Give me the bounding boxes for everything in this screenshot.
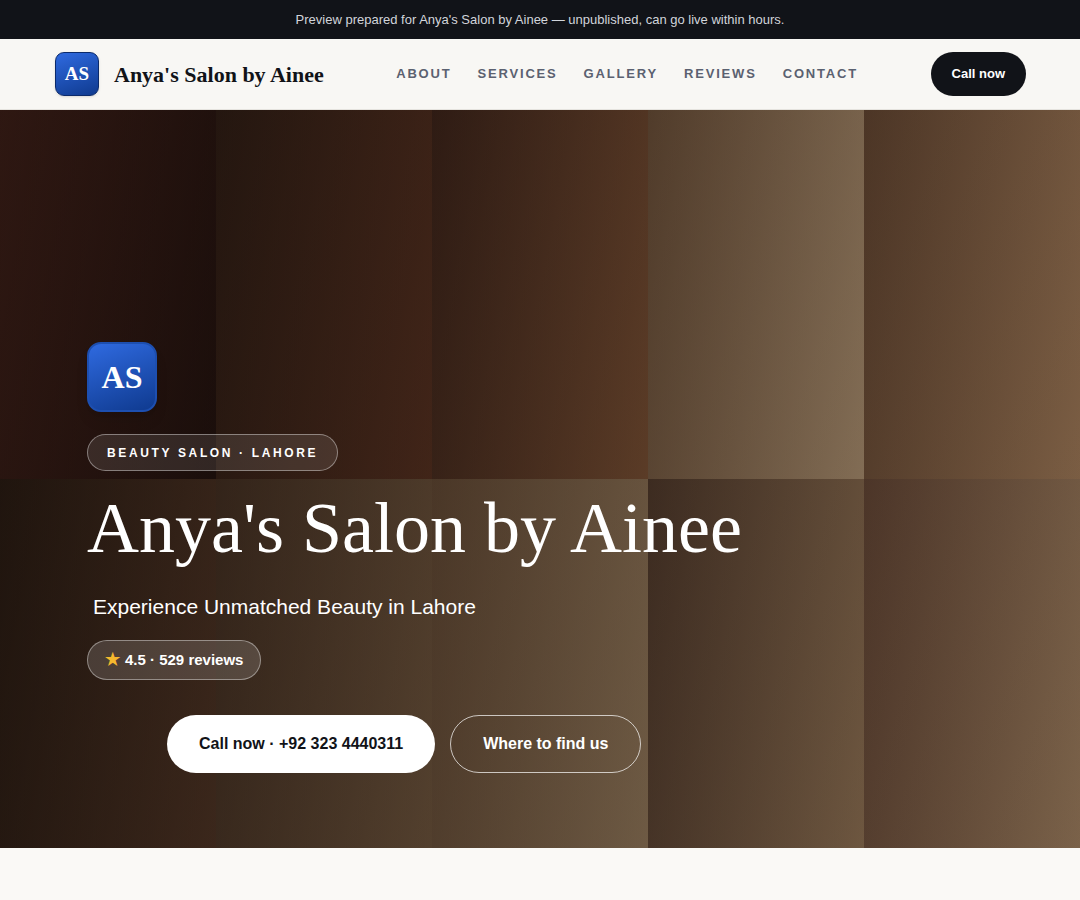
hero-title: Anya's Salon by Ainee — [87, 489, 742, 568]
rating-pill: ★4.5 · 529 reviews — [87, 640, 261, 680]
hero-subtitle: Experience Unmatched Beauty in Lahore — [93, 591, 476, 623]
star-icon: ★ — [105, 647, 120, 673]
banner-text: Preview prepared for Anya's Salon by Ain… — [296, 10, 785, 30]
nav-link[interactable]: REVIEWS — [684, 64, 757, 84]
nav-link[interactable]: SERVICES — [478, 64, 558, 84]
nav-link[interactable]: GALLERY — [584, 64, 658, 84]
nav-link[interactable]: CONTACT — [783, 64, 858, 84]
preview-banner: Preview prepared for Anya's Salon by Ain… — [0, 0, 1080, 39]
call-button[interactable]: Call now — [931, 52, 1026, 96]
call-now-button[interactable]: Call now · +92 323 4440311 — [167, 715, 435, 773]
rating-text: 4.5 · 529 reviews — [125, 649, 243, 672]
directions-button[interactable]: Where to find us — [450, 715, 641, 773]
hero-logo-icon: AS — [87, 342, 157, 412]
logo-icon[interactable]: AS — [55, 52, 99, 96]
page-body — [0, 848, 1080, 900]
nav-link[interactable]: ABOUT — [396, 64, 451, 84]
navbar: AS Anya's Salon by Ainee ABOUT SERVICES GALL… — [0, 39, 1080, 110]
brand-name[interactable]: Anya's Salon by Ainee — [114, 58, 324, 91]
nav-links: ABOUT SERVICES GALLERY REVIEWS CONTACT — [396, 64, 858, 84]
brand[interactable]: AS Anya's Salon by Ainee — [55, 52, 324, 96]
hero-content: AS BEAUTY SALON · LAHORE Anya's Salon by A… — [0, 110, 1080, 848]
category-tag: BEAUTY SALON · LAHORE — [87, 434, 338, 471]
hero: AS BEAUTY SALON · LAHORE Anya's Salon by A… — [0, 110, 1080, 848]
hero-buttons: Call now · +92 323 4440311 Where to find … — [167, 715, 641, 773]
